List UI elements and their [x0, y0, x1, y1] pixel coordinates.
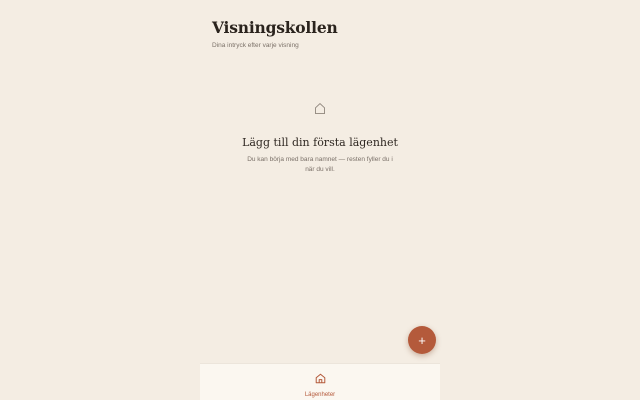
app-screen: Visningskollen Dina intryck efter varje … — [200, 0, 440, 400]
nav-item-label: Lägenheter — [304, 392, 336, 398]
page-header: Visningskollen Dina intryck efter varje … — [212, 18, 338, 50]
house-icon — [314, 102, 326, 115]
bottom-nav: Lägenheter — [200, 364, 440, 400]
nav-item-apartments[interactable]: Lägenheter — [200, 371, 440, 399]
empty-state-title: Lägg till din första lägenhet — [242, 136, 398, 149]
empty-state: Lägg till din första lägenhet Du kan bör… — [200, 102, 440, 175]
add-apartment-button[interactable]: + — [408, 326, 436, 354]
plus-icon: + — [418, 332, 426, 348]
empty-state-text: Du kan börja med bara namnet — resten fy… — [247, 156, 393, 173]
page-title: Visningskollen — [212, 18, 338, 37]
home-icon — [315, 371, 326, 384]
page-subtitle: Dina intryck efter varje visning — [212, 42, 299, 49]
